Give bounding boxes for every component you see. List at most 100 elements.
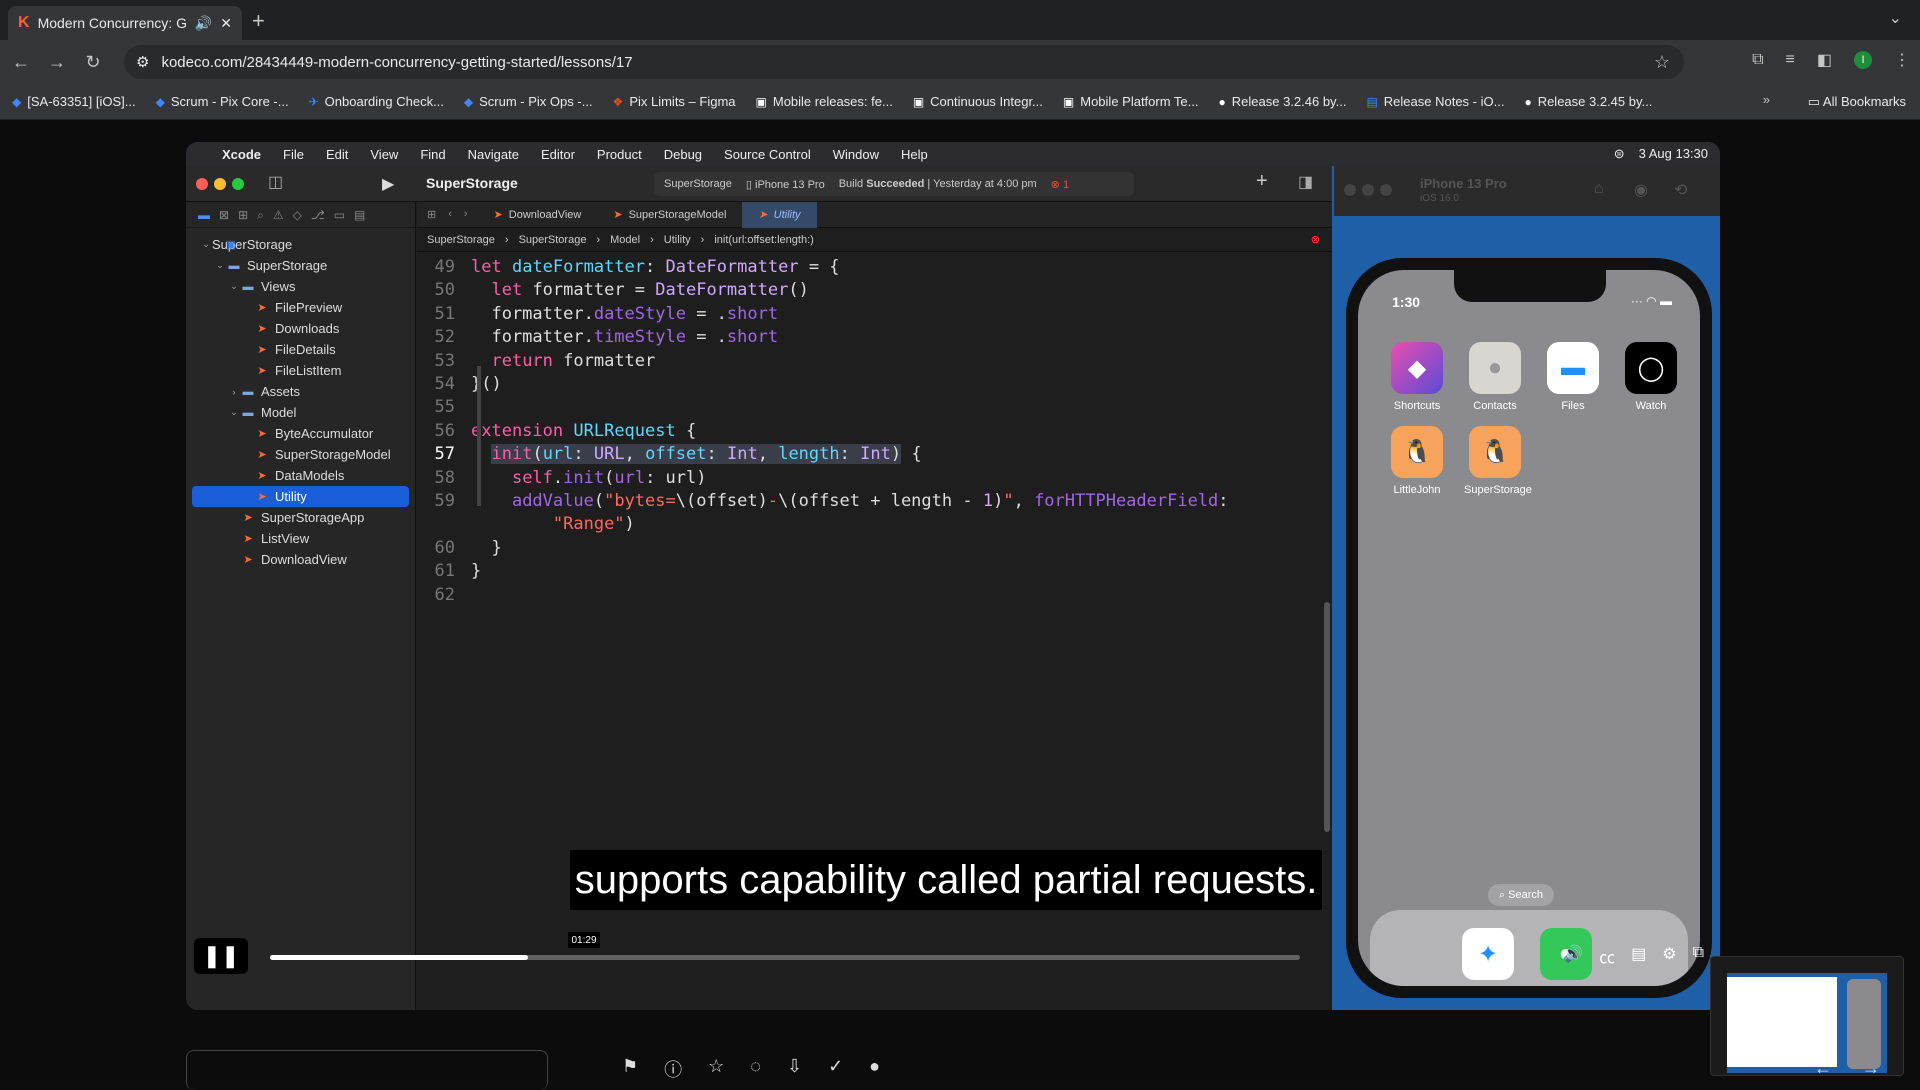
transcript-icon[interactable]: ▤ xyxy=(1631,944,1646,968)
volume-icon[interactable]: 🔊 xyxy=(1563,944,1583,968)
browser-tab[interactable]: K Modern Concurrency: Get 🔊 ✕ xyxy=(8,6,242,40)
lesson-toolbar: ⚑ ⓘ ☆ ◌ ⇩ ✓ ● ← → xyxy=(0,1040,1920,1090)
nav-forward-icon: › xyxy=(463,208,468,220)
error-badge: ⊗ 1 xyxy=(1050,178,1070,191)
new-tab-button[interactable]: + xyxy=(252,8,265,34)
address-bar[interactable]: ⚙ kodeco.com/28434449-modern-concurrency… xyxy=(124,45,1684,79)
tree-item: ➤ Utility xyxy=(192,486,409,507)
tree-item-label: Downloads xyxy=(275,321,340,336)
code-text: }() xyxy=(471,374,502,395)
side-panel-icon[interactable]: ◧ xyxy=(1817,50,1832,70)
back-icon[interactable]: ← xyxy=(6,52,36,73)
bookmark-item[interactable]: ✈ Onboarding Check... xyxy=(309,94,444,109)
inspector-toggle-icon: ◨ xyxy=(1298,174,1314,191)
app-files: ▬ Files xyxy=(1542,342,1604,412)
bookmark-item[interactable]: ▤ Release Notes - iO... xyxy=(1366,94,1504,109)
menu-item: Help xyxy=(901,146,928,162)
speaker-icon[interactable]: 🔊 xyxy=(195,15,212,32)
forward-icon[interactable]: → xyxy=(42,52,72,73)
tree-item-label: SuperStorageApp xyxy=(261,510,365,525)
menu-item: Navigate xyxy=(467,146,519,162)
bookmark-item[interactable]: ▣ Mobile releases: fe... xyxy=(756,94,893,109)
code-text: formatter.dateStyle = .short xyxy=(471,303,779,324)
bookmark-item[interactable]: ◆ Scrum - Pix Ops -... xyxy=(464,94,593,109)
extensions-icon[interactable]: ⧉ xyxy=(1752,51,1763,69)
lesson-page: Xcode File Edit View Find Navigate Edito… xyxy=(0,120,1920,1080)
bookmark-item[interactable]: ● Release 3.2.45 by... xyxy=(1524,94,1652,109)
swift-file-icon: ➤ xyxy=(257,323,267,335)
close-tab-icon[interactable]: ✕ xyxy=(220,15,232,32)
star-icon[interactable]: ☆ xyxy=(708,1056,724,1082)
code-text: addValue("bytes=\(offset)-\(offset + len… xyxy=(511,491,1229,512)
captions-icon[interactable]: ㏄ xyxy=(1599,944,1615,968)
tab-search-icon[interactable]: ⌄ xyxy=(1889,8,1902,28)
line-number: 52 xyxy=(434,327,455,348)
menu-item: View xyxy=(370,146,399,162)
browser-toolbar: ← → ↻ ⚙ kodeco.com/28434449-modern-concu… xyxy=(0,40,1920,84)
debug-icon: ⎇ xyxy=(310,208,325,222)
tree-item: ⌄ ▬ SuperStorage xyxy=(186,255,415,276)
editor-tabs: ⊞ ‹ › ➤ DownloadView ➤ SuperStorageModel ➤ Ut… xyxy=(417,201,1332,228)
pause-button[interactable]: ❚❚ xyxy=(194,938,248,974)
nav-back-icon: ‹ xyxy=(448,208,452,220)
code-line: 51 formatter.dateStyle = .short xyxy=(417,303,1332,326)
bookmark-item[interactable]: ▣ Continuous Integr... xyxy=(913,94,1043,109)
source-control-icon: ⊠ xyxy=(219,208,230,222)
media-icon[interactable]: ≡ xyxy=(1786,51,1795,69)
tree-item: ➤ FileDetails xyxy=(186,339,415,360)
bookmark-item[interactable]: ◆ Scrum - Pix Core -... xyxy=(156,94,289,109)
bookmark-star-icon[interactable]: ☆ xyxy=(1654,52,1670,73)
status-icons: ··· ◠ ▬ xyxy=(1630,294,1672,308)
previous-lesson-icon[interactable]: ← xyxy=(1814,1058,1832,1079)
bookmark-item[interactable]: ❖ Pix Limits – Figma xyxy=(613,94,736,109)
swift-file-icon: ➤ xyxy=(243,554,253,566)
more-menu-icon[interactable]: ⋮ xyxy=(1894,50,1910,70)
tree-item-label: FilePreview xyxy=(275,300,343,315)
simulator-os: iOS 16.0 xyxy=(1420,193,1459,204)
player-controls: ❚❚ 01:29 🔊 ㏄ ▤ ⚙ ⧉ xyxy=(186,932,1720,980)
tree-item: ➤ DataModels xyxy=(186,465,415,486)
tree-item: ➤ FileListItem xyxy=(186,360,415,381)
timestamp-tooltip: 01:29 xyxy=(568,932,600,948)
code-line: "Range") xyxy=(417,513,1332,536)
info-icon[interactable]: ⓘ xyxy=(664,1056,682,1082)
bookmark-item[interactable]: ◆ [SA-63351] [iOS]... xyxy=(12,94,136,109)
disclosure-icon: ⌄ xyxy=(216,260,224,270)
more-bookmarks-icon[interactable]: » xyxy=(1763,92,1770,107)
folder-icon: ▬ xyxy=(228,259,240,272)
profile-avatar[interactable]: I xyxy=(1854,51,1872,69)
progress-bar[interactable] xyxy=(270,955,1300,960)
folder-icon: ▬ xyxy=(198,208,210,222)
phone-time: 1:30 xyxy=(1392,294,1421,310)
complete-icon[interactable]: ✓ xyxy=(828,1056,843,1082)
code-text: init(url: URL, offset: Int, length: Int)… xyxy=(491,444,922,465)
video-player[interactable]: Xcode File Edit View Find Navigate Edito… xyxy=(186,142,1720,1010)
line-number: 62 xyxy=(434,584,455,605)
comment-icon[interactable]: ◌ xyxy=(750,1056,761,1082)
run-icon: ▶ xyxy=(382,176,395,193)
mac-menu-bar: Xcode File Edit View Find Navigate Edito… xyxy=(186,142,1720,166)
site-info-icon[interactable]: ⚙ xyxy=(136,53,149,71)
jump-bar: SuperStorage › SuperStorage › Model › Utili… xyxy=(417,228,1332,252)
settings-icon[interactable]: ⚙ xyxy=(1662,944,1676,968)
reload-icon[interactable]: ↻ xyxy=(78,52,108,73)
all-bookmarks-button[interactable]: ▭ All Bookmarks xyxy=(1808,94,1906,110)
tree-item-label: Utility xyxy=(275,489,307,504)
breakpoint-icon: ▭ xyxy=(333,208,346,222)
navigator-toggle-icon: ◫ xyxy=(268,174,284,191)
tree-item-label: SuperStorageModel xyxy=(275,447,391,462)
bookmark-item[interactable]: ● Release 3.2.46 by... xyxy=(1219,94,1347,109)
code-line: 50 let formatter = DateFormatter() xyxy=(417,279,1332,302)
bookmark-icon[interactable]: ⚑ xyxy=(622,1056,638,1082)
tree-item: ➤ SuperStorageApp xyxy=(186,507,415,528)
pip-icon[interactable]: ⧉ xyxy=(1693,944,1704,968)
tree-item: ➤ ListView xyxy=(186,528,415,549)
next-lesson-icon[interactable]: → xyxy=(1862,1058,1880,1079)
bookmark-item[interactable]: ▣ Mobile Platform Te... xyxy=(1063,94,1199,109)
app-littlejohn: 🐧 LittleJohn xyxy=(1386,426,1448,496)
watch-icon: ◯ xyxy=(1625,342,1677,394)
download-icon[interactable]: ⇩ xyxy=(787,1056,802,1082)
line-number: 49 xyxy=(434,257,455,277)
swift-file-icon: ➤ xyxy=(257,491,267,503)
github-icon[interactable]: ● xyxy=(869,1056,880,1082)
